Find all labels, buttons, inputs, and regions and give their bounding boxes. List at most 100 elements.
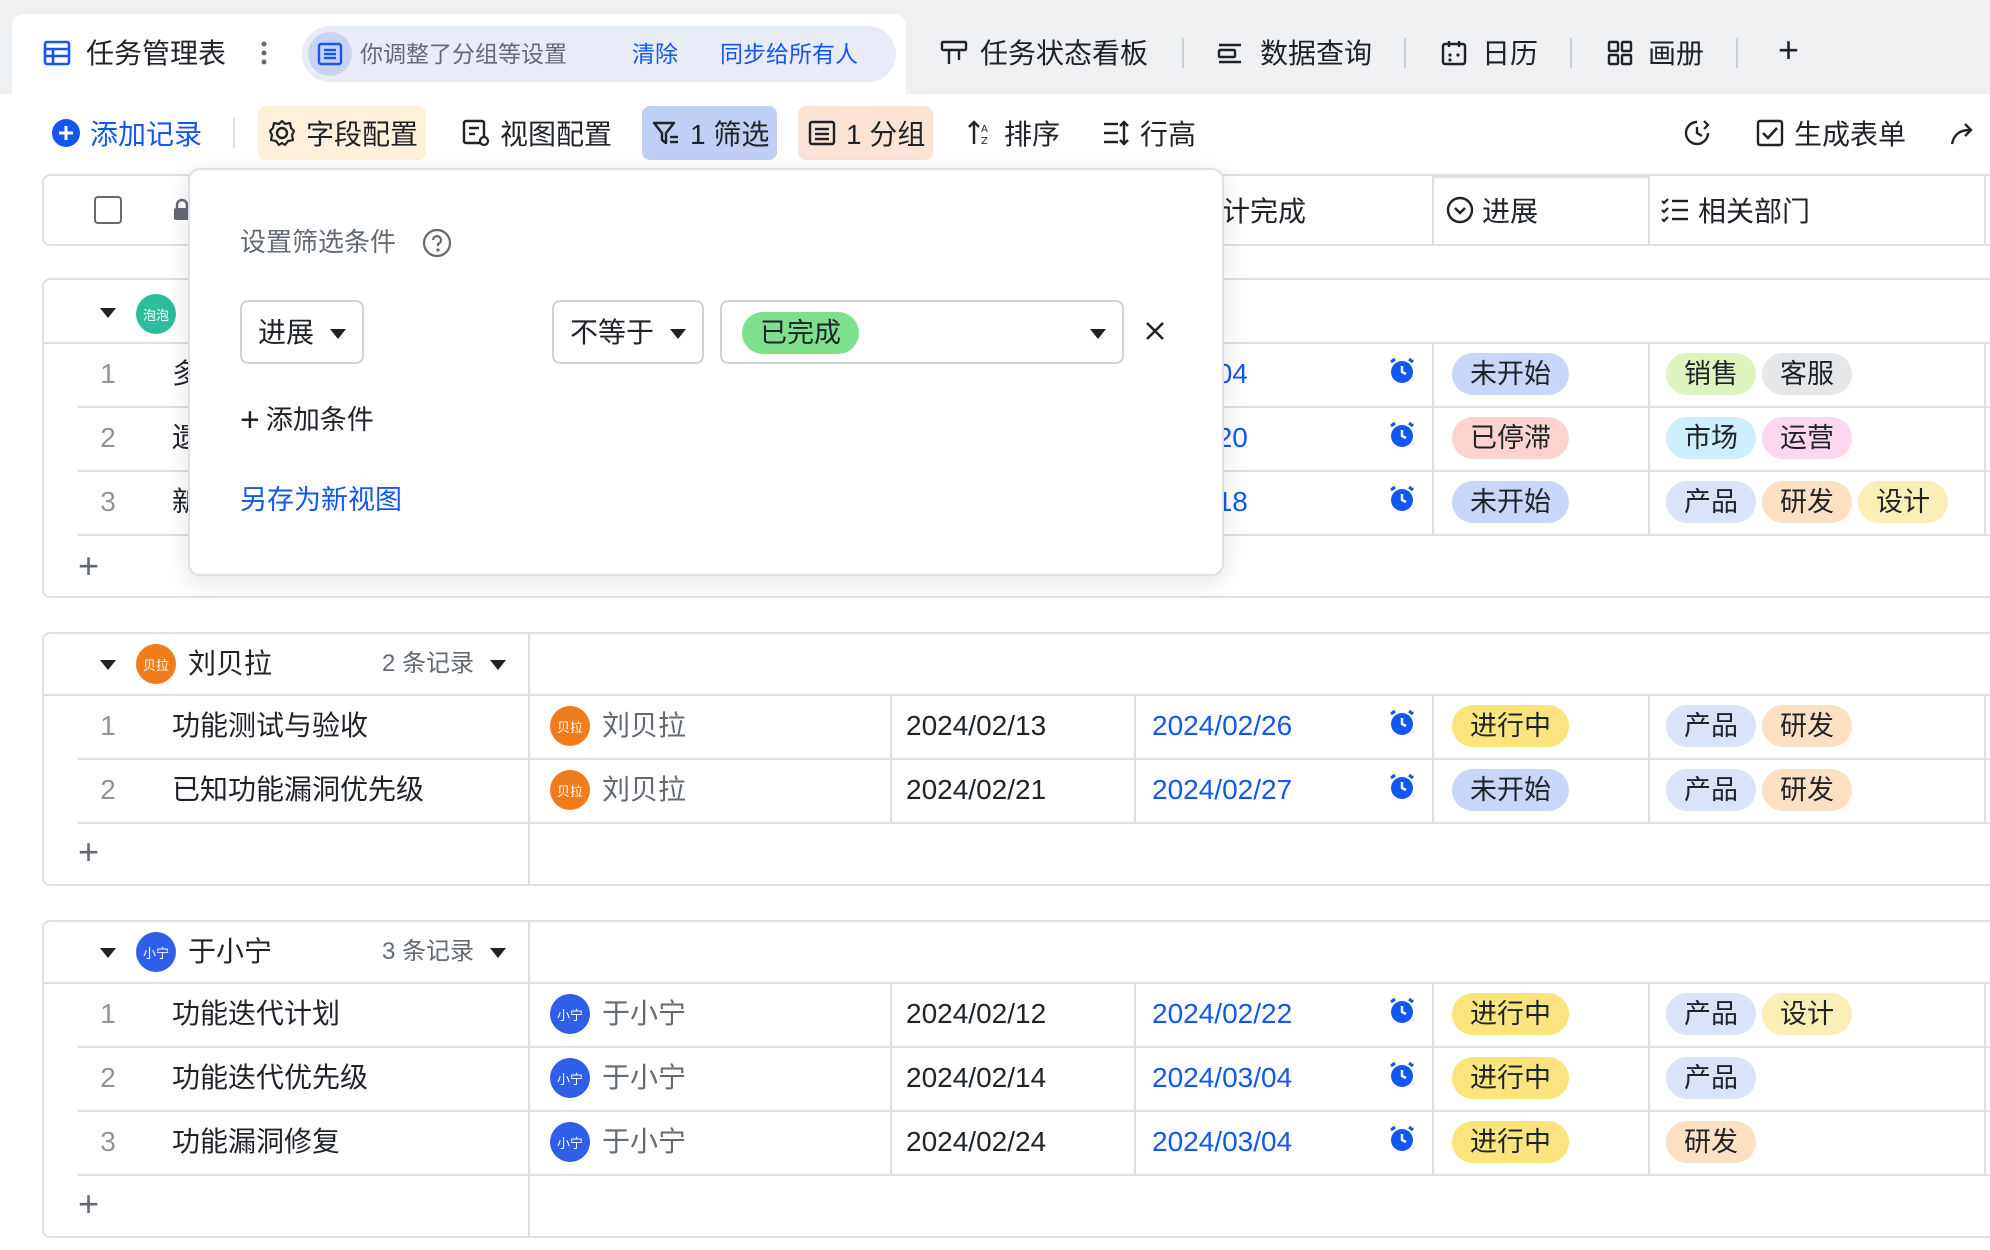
avatar: 贝拉 <box>136 644 176 684</box>
add-row-plus[interactable]: + <box>78 834 99 870</box>
add-row-plus[interactable]: + <box>78 1186 99 1222</box>
filter-value-select[interactable]: 已完成 <box>720 300 1124 364</box>
group-collapse-caret[interactable] <box>100 660 116 670</box>
task-title[interactable]: 功能迭代计划 <box>172 994 340 1034</box>
department-tag[interactable]: 设计 <box>1762 993 1852 1035</box>
task-title[interactable]: 功能漏洞修复 <box>172 1122 340 1162</box>
status-tag[interactable]: 未开始 <box>1452 481 1569 523</box>
sync-to-all-link[interactable]: 同步给所有人 <box>720 39 858 69</box>
department-tag[interactable]: 研发 <box>1762 769 1852 811</box>
department-tag[interactable]: 产品 <box>1666 481 1756 523</box>
tab-gallery[interactable]: 画册 <box>1648 34 1704 74</box>
column-divider <box>1432 982 1434 1174</box>
department-tag[interactable]: 市场 <box>1666 417 1756 459</box>
status-tag[interactable]: 进行中 <box>1452 1121 1569 1163</box>
alarm-clock-icon[interactable] <box>1387 996 1417 1026</box>
owner-name[interactable]: 于小宁 <box>602 1058 686 1098</box>
tab-task-table-label[interactable]: 任务管理表 <box>86 34 226 74</box>
clear-settings-link[interactable]: 清除 <box>632 39 678 69</box>
tab-kanban[interactable]: 任务状态看板 <box>980 34 1148 74</box>
column-progress-label: 进展 <box>1482 196 1539 227</box>
add-row-plus[interactable]: + <box>78 548 99 584</box>
status-tag[interactable]: 进行中 <box>1452 1057 1569 1099</box>
alarm-clock-icon[interactable] <box>1387 484 1417 514</box>
task-title[interactable]: 功能迭代优先级 <box>172 1058 368 1098</box>
row-height-label: 行高 <box>1140 119 1197 150</box>
start-date[interactable]: 2024/02/13 <box>906 706 1046 746</box>
alarm-clock-icon[interactable] <box>1387 772 1417 802</box>
end-date[interactable]: 2024/02/22 <box>1152 994 1292 1034</box>
add-record-button[interactable]: 添加记录 <box>42 106 210 160</box>
add-condition-label: 添加条件 <box>265 405 374 435</box>
more-vertical-icon[interactable] <box>252 38 276 68</box>
tab-data-query[interactable]: 数据查询 <box>1260 34 1372 74</box>
group-options-caret[interactable] <box>490 948 506 958</box>
department-tag[interactable]: 产品 <box>1666 993 1756 1035</box>
filter-button[interactable]: 1 筛选 <box>642 106 778 160</box>
task-title[interactable]: 功能测试与验收 <box>172 706 368 746</box>
department-tag[interactable]: 产品 <box>1666 1057 1756 1099</box>
alarm-clock-icon[interactable] <box>1387 1124 1417 1154</box>
help-icon[interactable] <box>422 228 452 263</box>
department-tag[interactable]: 研发 <box>1666 1121 1756 1163</box>
remove-condition-close-icon[interactable] <box>1142 318 1168 349</box>
department-tag[interactable]: 客服 <box>1762 353 1852 395</box>
row-height-button[interactable]: 行高 <box>1092 106 1204 160</box>
status-tag[interactable]: 进行中 <box>1452 993 1569 1035</box>
group-button[interactable]: 1 分组 <box>798 106 934 160</box>
group-options-caret[interactable] <box>490 660 506 670</box>
row-number: 3 <box>100 486 116 517</box>
share-icon[interactable] <box>1946 116 1980 150</box>
status-tag[interactable]: 未开始 <box>1452 769 1569 811</box>
history-icon[interactable] <box>1680 116 1714 150</box>
filter-operator-select[interactable]: 不等于 <box>552 300 704 364</box>
sort-button[interactable]: AZ 排序 <box>956 106 1068 160</box>
single-select-icon <box>1446 196 1474 224</box>
owner-name[interactable]: 刘贝拉 <box>602 770 686 810</box>
alarm-clock-icon[interactable] <box>1387 708 1417 738</box>
status-tag[interactable]: 已停滞 <box>1452 417 1569 459</box>
department-tag[interactable]: 研发 <box>1762 481 1852 523</box>
department-tag[interactable]: 销售 <box>1666 353 1756 395</box>
start-date[interactable]: 2024/02/24 <box>906 1122 1046 1162</box>
alarm-clock-icon[interactable] <box>1387 420 1417 450</box>
task-title[interactable]: 已知功能漏洞优先级 <box>172 770 424 810</box>
end-date[interactable]: 2024/03/04 <box>1152 1058 1292 1098</box>
end-date[interactable]: 2024/02/27 <box>1152 770 1292 810</box>
status-tag[interactable]: 进行中 <box>1452 705 1569 747</box>
alarm-clock-icon[interactable] <box>1387 356 1417 386</box>
group-collapse-caret[interactable] <box>100 948 116 958</box>
end-date[interactable]: 2024/02/26 <box>1152 706 1292 746</box>
field-config-button[interactable]: 字段配置 <box>258 106 427 160</box>
end-date[interactable]: 2024/03/04 <box>1152 1122 1292 1162</box>
add-condition-button[interactable]: + 添加条件 <box>240 400 374 440</box>
tab-calendar[interactable]: 日历 <box>1482 34 1538 74</box>
select-all-checkbox[interactable] <box>94 196 122 224</box>
column-planned-done[interactable]: 计完成 <box>1222 176 1306 244</box>
avatar: 小宁 <box>550 1058 590 1098</box>
column-progress[interactable]: 进展 <box>1446 176 1538 244</box>
alarm-clock-icon[interactable] <box>1387 1060 1417 1090</box>
calendar-icon <box>1438 38 1470 68</box>
owner-name[interactable]: 于小宁 <box>602 1122 686 1162</box>
start-date[interactable]: 2024/02/12 <box>906 994 1046 1034</box>
column-departments[interactable]: 相关部门 <box>1660 176 1810 244</box>
generate-form-button[interactable]: 生成表单 <box>1746 106 1914 160</box>
department-tag[interactable]: 产品 <box>1666 769 1756 811</box>
department-tag[interactable]: 产品 <box>1666 705 1756 747</box>
owner-name[interactable]: 刘贝拉 <box>602 706 686 746</box>
start-date[interactable]: 2024/02/21 <box>906 770 1046 810</box>
status-tag[interactable]: 未开始 <box>1452 353 1569 395</box>
column-divider <box>1648 176 1650 244</box>
filter-field-select[interactable]: 进展 <box>240 300 364 364</box>
department-tag[interactable]: 设计 <box>1858 481 1948 523</box>
department-tag[interactable]: 运营 <box>1762 417 1852 459</box>
department-tag[interactable]: 研发 <box>1762 705 1852 747</box>
save-as-new-view-link[interactable]: 另存为新视图 <box>240 480 402 520</box>
start-date[interactable]: 2024/02/14 <box>906 1058 1046 1098</box>
owner-name[interactable]: 于小宁 <box>602 994 686 1034</box>
group-collapse-caret[interactable] <box>100 308 116 318</box>
view-config-button[interactable]: 视图配置 <box>452 106 620 160</box>
column-divider <box>1984 342 1986 534</box>
add-view-button[interactable]: + <box>1778 30 1799 70</box>
